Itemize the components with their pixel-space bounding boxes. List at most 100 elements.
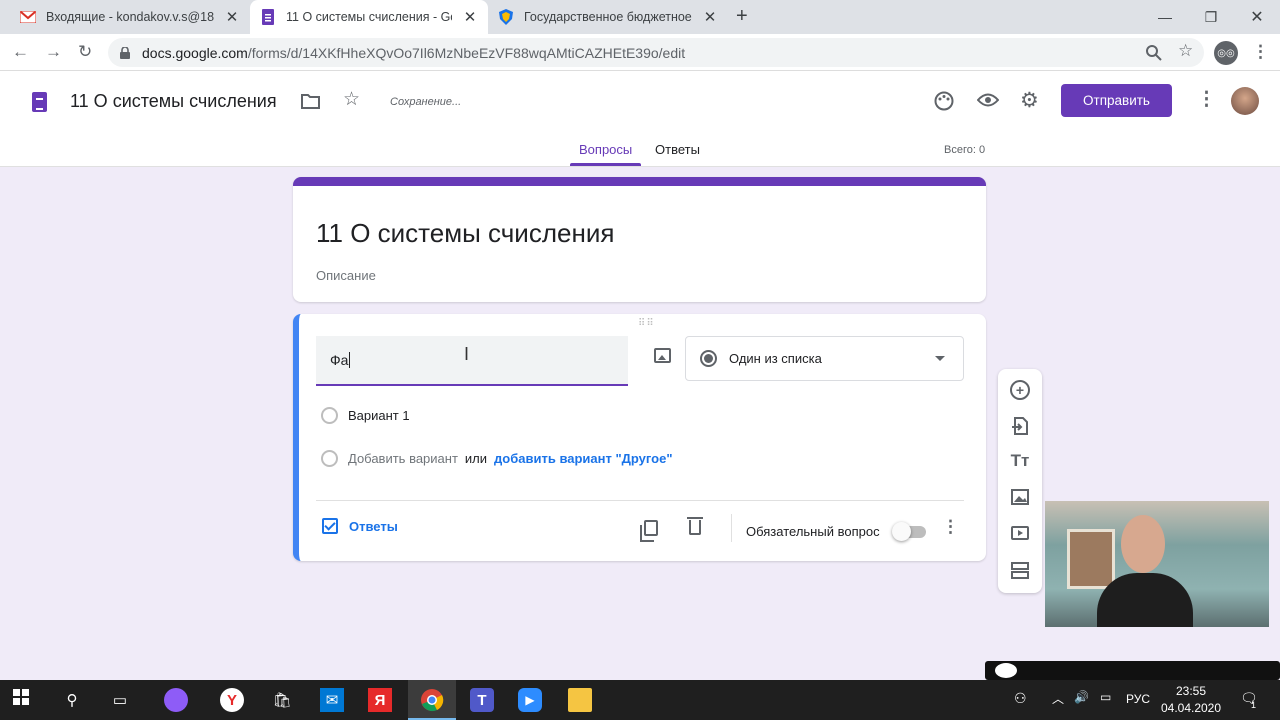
close-tab-icon[interactable]: ✕ (702, 8, 718, 26)
question-more-icon[interactable]: ⋮ (942, 517, 959, 537)
drag-handle-icon[interactable]: ⠿⠿ (638, 318, 655, 329)
bookmark-star-icon[interactable]: ☆ (1178, 41, 1193, 61)
mail-icon[interactable]: ✉ (320, 688, 344, 712)
forms-logo-icon[interactable] (32, 92, 47, 112)
delete-icon[interactable] (687, 517, 703, 535)
required-label: Обязательный вопрос (746, 524, 880, 539)
people-icon[interactable]: ⚇ (1014, 690, 1027, 707)
add-title-icon[interactable]: Tт (1010, 451, 1030, 471)
add-video-icon[interactable] (1010, 523, 1030, 543)
minimize-icon[interactable]: — (1142, 0, 1188, 34)
hp-logo-icon (995, 663, 1017, 678)
question-type-select[interactable]: Один из списка (685, 336, 964, 381)
close-window-icon[interactable]: ✕ (1234, 0, 1280, 34)
add-question-icon[interactable]: + (1010, 380, 1030, 400)
close-tab-icon[interactable]: ✕ (462, 8, 478, 26)
form-title-card[interactable]: 11 О системы счисления Описание (293, 177, 986, 302)
browser-tab-forms[interactable]: 11 О системы счисления - Goog ✕ (250, 0, 488, 34)
tab-answers[interactable]: Ответы (655, 142, 700, 157)
teams-icon[interactable]: T (470, 688, 494, 712)
add-section-icon[interactable] (1010, 560, 1030, 580)
alice-icon[interactable] (164, 688, 188, 712)
divider (731, 514, 732, 542)
form-title[interactable]: 11 О системы счисления (316, 218, 614, 249)
text-cursor-icon: I (464, 344, 470, 364)
duplicate-icon[interactable] (640, 520, 658, 542)
windows-start-icon[interactable] (12, 688, 36, 712)
background-window (1067, 529, 1115, 589)
import-questions-icon[interactable] (1010, 416, 1030, 436)
gmail-icon (20, 9, 36, 25)
clock[interactable]: 23:55 04.04.2020 (1160, 683, 1222, 717)
battery-icon[interactable]: ▭ (1100, 690, 1111, 704)
reload-icon[interactable]: ↻ (78, 42, 92, 62)
doc-title[interactable]: 11 О системы счисления (70, 91, 277, 112)
lock-icon (120, 46, 130, 59)
notification-count: 1 (1251, 700, 1257, 710)
dropdown-arrow-icon (935, 356, 945, 361)
add-option-row: Добавить вариант или добавить вариант "Д… (321, 450, 672, 467)
form-description[interactable]: Описание (316, 268, 376, 283)
option-radio-icon (321, 407, 338, 424)
tab-title: Государственное бюджетное о (524, 10, 692, 24)
browser-tab-gmail[interactable]: Входящие - kondakov.v.s@1811 ✕ (10, 0, 250, 34)
person-body (1097, 573, 1193, 627)
active-tab-indicator (570, 163, 641, 166)
clock-date: 04.04.2020 (1160, 701, 1222, 715)
tab-questions[interactable]: Вопросы (579, 142, 632, 157)
add-option-link[interactable]: Добавить вариант (348, 451, 458, 466)
question-card[interactable]: ⠿⠿ Фа​ I Один из списка Вариант 1 Добави… (293, 314, 986, 561)
search-icon[interactable]: ⚲ (60, 688, 84, 712)
required-toggle[interactable] (892, 522, 926, 541)
answer-key-label: Ответы (349, 518, 398, 534)
person-face (1121, 515, 1165, 573)
hp-audio-overlay-bar (985, 661, 1280, 680)
task-view-icon[interactable]: ▭ (108, 688, 132, 712)
total-responses: Всего: 0 (944, 144, 986, 156)
restore-icon[interactable]: ❐ (1188, 0, 1234, 34)
send-button[interactable]: Отправить (1061, 84, 1172, 117)
answer-key-button[interactable]: Ответы (322, 518, 398, 534)
volume-icon[interactable]: 🔊 (1074, 690, 1089, 704)
address-bar[interactable]: docs.google.com/forms/d/14XKfHheXQvOo7Il… (108, 38, 1204, 67)
url-path: /forms/d/14XKfHheXQvOo7Il6MzNbeEzVF88wqA… (247, 44, 686, 61)
shield-icon (498, 9, 514, 25)
option-row[interactable]: Вариант 1 (321, 407, 410, 424)
question-type-label: Один из списка (729, 351, 822, 366)
new-tab-button[interactable]: + (736, 5, 748, 28)
question-title-input[interactable]: Фа​ I (316, 336, 628, 386)
forward-icon[interactable]: → (45, 42, 62, 62)
yandex-browser-icon[interactable]: Y (220, 688, 244, 712)
tray-chevron-icon[interactable]: ︿ (1052, 690, 1064, 707)
option-label[interactable]: Вариант 1 (348, 408, 410, 423)
settings-gear-icon[interactable]: ⚙ (1020, 88, 1039, 113)
add-image-icon[interactable] (1010, 487, 1030, 507)
more-options-icon[interactable]: ⋮ (1197, 88, 1216, 111)
incognito-profile-icon[interactable]: ◎◎ (1214, 41, 1238, 65)
tab-title: Входящие - kondakov.v.s@1811 (46, 10, 214, 24)
palette-icon[interactable] (934, 91, 954, 111)
forms-header: 11 О системы счисления ☆ Сохранение... ⚙… (0, 71, 1280, 167)
browser-menu-icon[interactable]: ⋮ (1252, 42, 1269, 62)
add-image-icon[interactable] (654, 348, 671, 363)
option-radio-icon (321, 450, 338, 467)
input-language[interactable]: РУС (1126, 692, 1150, 706)
file-explorer-icon[interactable] (568, 688, 592, 712)
preview-eye-icon[interactable] (977, 93, 999, 107)
webcam-overlay (1045, 501, 1269, 627)
yandex-icon[interactable]: Я (368, 688, 392, 712)
question-text: Фа (330, 352, 349, 368)
folder-icon[interactable] (301, 93, 320, 109)
star-icon[interactable]: ☆ (343, 88, 360, 111)
close-tab-icon[interactable]: ✕ (224, 8, 240, 26)
clock-time: 23:55 (1175, 684, 1207, 698)
store-icon[interactable]: 🛍 (270, 688, 294, 712)
chrome-icon[interactable] (420, 688, 444, 712)
browser-tab-school[interactable]: Государственное бюджетное о ✕ (488, 0, 728, 34)
back-icon[interactable]: ← (12, 42, 29, 62)
user-avatar[interactable] (1231, 87, 1259, 115)
zoom-app-icon[interactable]: ▶ (518, 688, 542, 712)
add-other-link[interactable]: добавить вариант "Другое" (494, 451, 672, 466)
divider (316, 500, 964, 501)
zoom-icon[interactable] (1146, 45, 1162, 61)
